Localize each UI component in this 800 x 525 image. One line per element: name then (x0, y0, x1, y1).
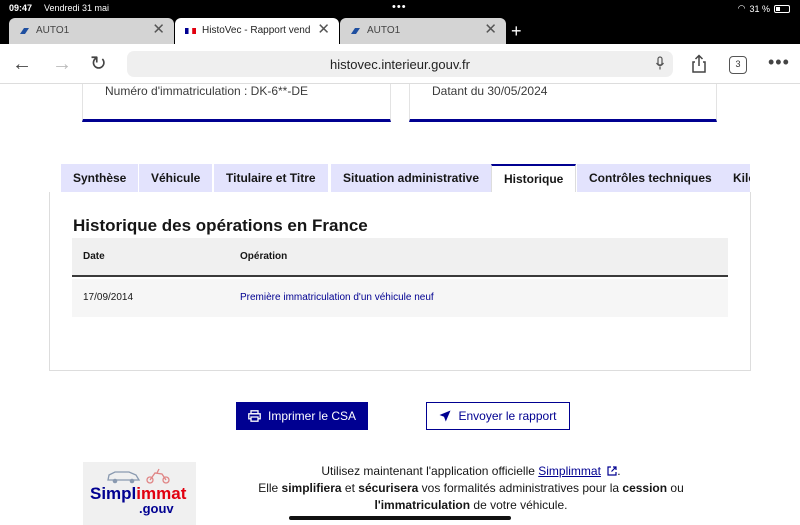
simplimmat-link[interactable]: Simplimmat (538, 464, 601, 478)
immatriculation-card: Numéro d'immatriculation : DK-6**-DE (82, 84, 391, 122)
tab-synthese[interactable]: Synthèse (61, 164, 139, 192)
column-header-date: Date (83, 251, 105, 262)
table-row: 17/09/2014 Première immatriculation d'un… (72, 279, 728, 317)
status-time: 09:47 (9, 3, 33, 13)
column-header-operation: Opération (240, 251, 288, 262)
simplimmat-logo[interactable]: Simplimmat .gouv (83, 462, 196, 525)
browser-tab-active[interactable]: HistoVec - Rapport vendeur ✕ (175, 18, 339, 44)
send-report-label: Envoyer le rapport (458, 409, 557, 423)
status-battery-text: 31 % (749, 3, 770, 14)
close-icon[interactable]: ✕ (484, 22, 497, 38)
row-operation: Première immatriculation d'un véhicule n… (240, 292, 434, 303)
browser-tab-label: HistoVec - Rapport vendeur (202, 25, 310, 36)
print-csa-label: Imprimer le CSA (267, 409, 356, 423)
printer-icon (248, 410, 261, 422)
history-panel: Historique des opérations en France Date… (49, 192, 751, 371)
battery-icon (774, 4, 790, 13)
more-options-icon[interactable]: ••• (768, 53, 790, 71)
browser-tab-strip: AUTO1 ✕ HistoVec - Rapport vendeur ✕ AUT… (0, 18, 800, 44)
tab-situation-administrative[interactable]: Situation administrative (331, 164, 492, 192)
send-arrow-icon (439, 410, 451, 422)
immatriculation-number: Numéro d'immatriculation : DK-6**-DE (105, 84, 309, 98)
back-arrow-icon[interactable]: ← (12, 53, 32, 75)
new-tab-plus-icon[interactable]: + (511, 18, 522, 44)
print-csa-button[interactable]: Imprimer le CSA (236, 402, 368, 430)
status-date: Vendredi 31 mai (44, 3, 110, 13)
external-link-icon (607, 466, 617, 476)
tab-vehicule[interactable]: Véhicule (139, 164, 213, 192)
browser-toolbar: ← → ↻ histovec.interieur.gouv.fr 3 ••• (0, 44, 800, 84)
share-icon[interactable] (690, 54, 708, 74)
microphone-icon[interactable] (655, 56, 665, 71)
status-bar: 09:47 Vendredi 31 mai ••• ◠ 31 % (0, 0, 800, 18)
home-indicator[interactable] (289, 516, 511, 520)
report-date: Datant du 30/05/2024 (432, 84, 548, 98)
tab-kilometrage[interactable]: Kilométrage (722, 164, 750, 192)
tab-historique[interactable]: Historique (491, 164, 577, 192)
tab-titulaire[interactable]: Titulaire et Titre (214, 164, 328, 192)
browser-tab-label: AUTO1 (36, 25, 70, 36)
address-bar-url: histovec.interieur.gouv.fr (330, 57, 470, 72)
reload-icon[interactable]: ↻ (90, 53, 107, 75)
auto1-favicon-icon (351, 28, 360, 34)
car-motorcycle-icon (107, 468, 170, 484)
logo-subtitle: .gouv (139, 501, 174, 516)
browser-tab-label: AUTO1 (367, 25, 401, 36)
wifi-icon: ◠ (737, 3, 746, 13)
table-header: Date Opération (72, 238, 728, 277)
row-date: 17/09/2014 (83, 292, 134, 303)
close-icon[interactable]: ✕ (152, 22, 165, 38)
tab-controles-techniques[interactable]: Contrôles techniques (577, 164, 724, 192)
forward-arrow-icon[interactable]: → (52, 53, 72, 75)
multitasking-dots-icon[interactable]: ••• (392, 1, 407, 13)
history-title: Historique des opérations en France (73, 216, 368, 235)
address-bar[interactable]: histovec.interieur.gouv.fr (127, 51, 673, 77)
close-icon[interactable]: ✕ (317, 22, 330, 38)
send-report-button[interactable]: Envoyer le rapport (426, 402, 570, 430)
simplimmat-promo-text: Utilisez maintenant l'application offici… (258, 464, 684, 512)
browser-tab[interactable]: AUTO1 ✕ (9, 18, 174, 44)
report-date-card: Datant du 30/05/2024 (409, 84, 717, 122)
tab-count-button[interactable]: 3 (729, 56, 747, 74)
browser-tab[interactable]: AUTO1 ✕ (340, 18, 506, 44)
french-flag-favicon-icon (185, 28, 196, 34)
auto1-favicon-icon (20, 28, 29, 34)
